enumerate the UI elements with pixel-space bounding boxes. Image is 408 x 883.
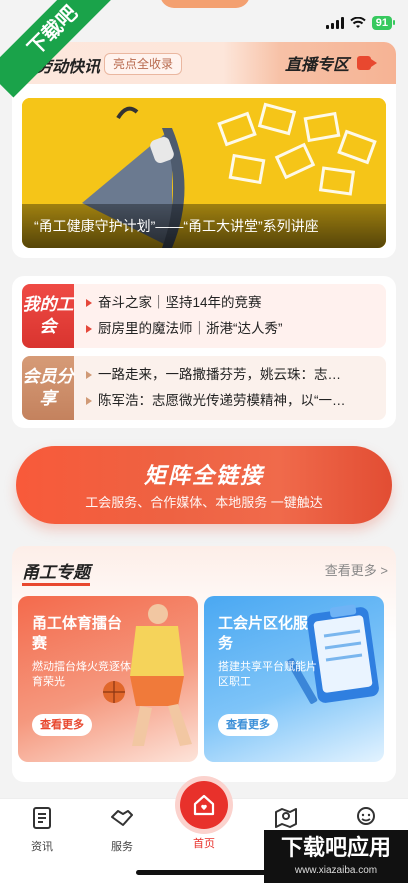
- camera-icon: [357, 56, 377, 70]
- union-card: 我的工会 奋斗之家｜坚持14年的竞赛 厨房里的魔法师｜浙港“达人秀” 会员分享 …: [12, 276, 396, 428]
- status-icons: 91: [325, 16, 396, 30]
- list-item[interactable]: 奋斗之家｜坚持14年的竞赛: [86, 290, 378, 316]
- document-icon: [33, 807, 51, 829]
- view-more-link[interactable]: 查看更多 >: [325, 560, 388, 579]
- live-tab-label: 直播专区: [284, 57, 349, 74]
- tab-news-label: 资讯: [31, 841, 53, 853]
- map-icon: [275, 808, 297, 828]
- watermark-badge-text: 下载吧应用: [280, 835, 391, 860]
- list-item[interactable]: 一路走来，一路撒播芬芳，姚云珠：志…: [86, 362, 378, 388]
- tab-service-label: 服务: [111, 841, 133, 853]
- watermark-badge: 下载吧应用 www.xiazaiba.com: [264, 830, 408, 883]
- sports-tile-desc: 燃动擂台烽火竞逐体育荣光: [32, 661, 131, 688]
- special-topics-card: 甬工专题 查看更多 > 甬工体育擂台赛 燃动擂台烽火竞逐体育荣光 查看更多 工会…: [12, 546, 396, 782]
- battery-icon: 91: [371, 16, 396, 30]
- tab-service[interactable]: 服务: [92, 805, 152, 854]
- my-union-badge[interactable]: 我的工会: [22, 284, 74, 348]
- signal-icon: [325, 17, 344, 29]
- news-card: 劳动快讯 亮点全收录 直播专区 “甬工健康守护计划”——“甬工大讲堂”系列讲座: [12, 42, 396, 258]
- member-share-list: 一路走来，一路撒播芬芳，姚云珠：志… 陈军浩：志愿微光传递劳模精神，以“一…: [86, 362, 378, 414]
- list-item[interactable]: 厨房里的魔法师｜浙港“达人秀”: [86, 316, 378, 342]
- user-icon: [357, 807, 375, 825]
- watermark-badge-url: www.xiazaiba.com: [294, 865, 378, 876]
- banner-caption: “甬工健康守护计划”——“甬工大讲堂”系列讲座: [22, 204, 386, 248]
- sports-tile-title: 甬工体育擂台赛: [32, 615, 123, 652]
- sports-view-more-button[interactable]: 查看更多: [32, 714, 92, 736]
- tab-home-label: 首页: [193, 838, 215, 850]
- wifi-icon: [350, 17, 366, 28]
- tab-news[interactable]: 资讯: [12, 805, 72, 854]
- tab-home[interactable]: 首页: [174, 781, 234, 851]
- district-service-tile[interactable]: 工会片区化服务 搭建共享平台赋能片区职工 查看更多: [204, 596, 384, 762]
- district-tile-desc: 搭建共享平台赋能片区职工: [218, 661, 317, 688]
- district-tile-title: 工会片区化服务: [218, 615, 309, 652]
- home-indicator: [136, 870, 272, 875]
- my-union-list: 奋斗之家｜坚持14年的竞赛 厨房里的魔法师｜浙港“达人秀”: [86, 290, 378, 342]
- top-pill: [160, 0, 250, 8]
- live-tab[interactable]: 直播专区: [266, 42, 396, 84]
- news-card-header: 劳动快讯 亮点全收录 直播专区: [12, 42, 396, 84]
- matrix-link-banner[interactable]: 矩阵全链接 工会服务、合作媒体、本地服务 一键触达: [16, 446, 392, 524]
- handshake-icon: [111, 810, 133, 826]
- my-union-block: 我的工会 奋斗之家｜坚持14年的竞赛 厨房里的魔法师｜浙港“达人秀”: [22, 284, 386, 348]
- special-title: 甬工专题: [22, 558, 90, 586]
- matrix-subtitle: 工会服务、合作媒体、本地服务 一键触达: [85, 495, 323, 510]
- matrix-title: 矩阵全链接: [143, 463, 264, 488]
- news-banner[interactable]: “甬工健康守护计划”——“甬工大讲堂”系列讲座: [22, 98, 386, 248]
- news-tag: 亮点全收录: [104, 53, 183, 75]
- home-icon: [180, 781, 228, 829]
- district-view-more-button[interactable]: 查看更多: [218, 714, 278, 736]
- member-share-badge[interactable]: 会员分享: [22, 356, 74, 420]
- sports-contest-tile[interactable]: 甬工体育擂台赛 燃动擂台烽火竞逐体育荣光 查看更多: [18, 596, 198, 762]
- member-share-block: 会员分享 一路走来，一路撒播芬芳，姚云珠：志… 陈军浩：志愿微光传递劳模精神，以…: [22, 356, 386, 420]
- list-item[interactable]: 陈军浩：志愿微光传递劳模精神，以“一…: [86, 388, 378, 414]
